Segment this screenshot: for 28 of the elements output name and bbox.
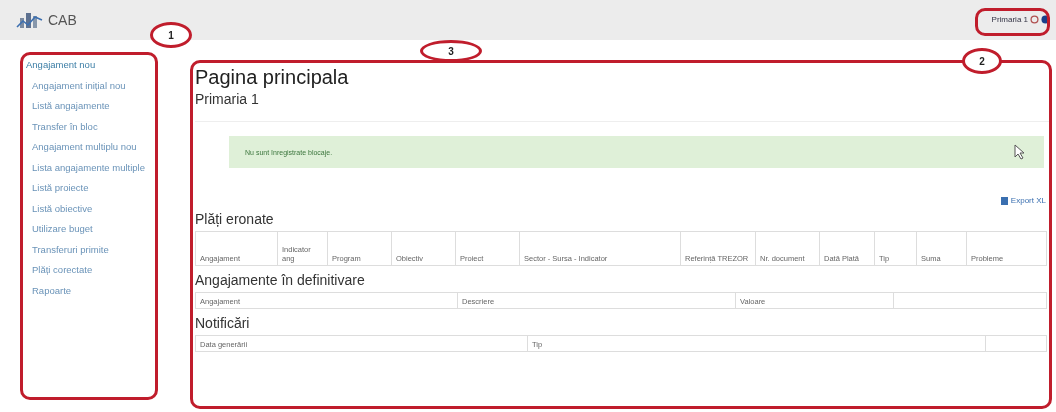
callout-number: 2 (962, 48, 1002, 74)
sidebar-link[interactable]: Angajament inițial nou (32, 77, 150, 98)
pointer-icon (1014, 144, 1026, 160)
sidebar-link[interactable]: Rapoarte (32, 282, 150, 303)
sidebar-link[interactable]: Listă angajamente (32, 98, 150, 119)
export-link[interactable]: Export XL (1000, 196, 1046, 205)
sidebar-link[interactable]: Transferuri primite (32, 241, 150, 262)
sidebar-link[interactable]: Angajament multiplu nou (32, 139, 150, 160)
power-icon[interactable] (1030, 15, 1039, 24)
callout-number: 3 (420, 40, 482, 62)
help-icon[interactable] (1041, 15, 1050, 24)
page-subtitle: Primaria 1 (195, 91, 1050, 122)
app-name: CAB (48, 12, 77, 28)
sidebar-link[interactable]: Listă proiecte (32, 180, 150, 201)
sidebar-link[interactable]: Lista angajamente multiple (32, 159, 150, 180)
document-icon (1000, 196, 1008, 205)
section-title: Notificări (195, 315, 251, 331)
sidebar-link[interactable]: Utilizare buget (32, 221, 150, 242)
sidebar-link[interactable]: Plăți corectate (32, 262, 150, 283)
callout-number: 1 (150, 22, 192, 48)
sidebar-link[interactable]: Transfer în bloc (32, 118, 150, 139)
sidebar-link[interactable]: Listă obiective (32, 200, 150, 221)
page-title: Pagina principala (195, 66, 350, 89)
sidebar-link[interactable]: Angajament nou (26, 57, 144, 78)
buildings-chart-icon (16, 10, 44, 30)
section-title: Angajamente în definitivare (195, 272, 366, 288)
section-title: Plăți eronate (195, 211, 275, 227)
user-name[interactable]: Primaria 1 (991, 15, 1028, 24)
